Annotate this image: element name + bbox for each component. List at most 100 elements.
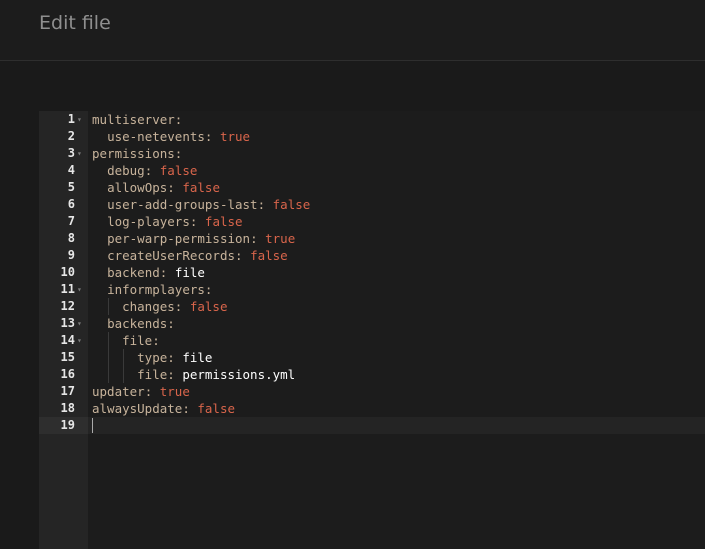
code-line[interactable]: 14 ▾ file: [39, 332, 705, 349]
line-number: 10 [60, 265, 75, 279]
yaml-value: true [159, 384, 190, 399]
yaml-key: file [137, 367, 168, 382]
code-line[interactable]: 18 alwaysUpdate: false [39, 400, 705, 417]
line-number: 18 [60, 401, 75, 415]
line-number: 7 [67, 214, 75, 228]
yaml-key: debug [107, 163, 145, 178]
line-number: 12 [60, 299, 75, 313]
yaml-colon: : [167, 367, 175, 382]
code-line[interactable]: 12 changes: false [39, 298, 705, 315]
code-editor[interactable]: 1 ▾ multiserver: 2 use-netevents: true 3 ▾ per… [39, 111, 705, 549]
code-text: alwaysUpdate: false [92, 400, 235, 417]
yaml-colon: : [174, 299, 183, 314]
code-line[interactable]: 11 ▾ informplayers: [39, 281, 705, 298]
yaml-colon: : [167, 180, 175, 195]
yaml-colon: : [174, 112, 183, 127]
yaml-key: file [122, 333, 153, 348]
yaml-value: false [197, 401, 236, 416]
line-number: 17 [60, 384, 75, 398]
code-line[interactable]: 15 type: file [39, 349, 705, 366]
code-text: log-players: false [92, 213, 243, 230]
code-line[interactable]: 5 allowOps: false [39, 179, 705, 196]
yaml-key: backends [107, 316, 168, 331]
yaml-colon: : [152, 333, 160, 348]
fold-arrow-icon[interactable]: ▾ [77, 315, 85, 332]
yaml-colon: : [204, 129, 213, 144]
yaml-colon: : [257, 197, 266, 212]
yaml-value: file [182, 350, 213, 365]
code-line[interactable]: 1 ▾ multiserver: [39, 111, 705, 128]
yaml-value: false [182, 180, 220, 195]
yaml-colon: : [167, 316, 175, 331]
code-text: createUserRecords: false [92, 247, 288, 264]
yaml-colon: : [189, 214, 198, 229]
yaml-colon: : [159, 265, 168, 280]
line-number: 8 [67, 231, 75, 245]
yaml-value: false [272, 197, 311, 212]
fold-arrow-icon[interactable]: ▾ [77, 332, 85, 349]
yaml-value: false [159, 163, 198, 178]
code-text: backends: [92, 315, 175, 332]
code-line[interactable]: 17 updater: true [39, 383, 705, 400]
line-number: 2 [67, 129, 75, 143]
yaml-colon: : [204, 282, 213, 297]
code-text: file: permissions.yml [92, 366, 295, 383]
line-number: 13 [60, 316, 75, 330]
line-number: 15 [60, 350, 75, 364]
yaml-colon: : [167, 350, 175, 365]
yaml-colon: : [144, 163, 153, 178]
line-number: 16 [60, 367, 75, 381]
code-line[interactable]: 8 per-warp-permission: true [39, 230, 705, 247]
code-text: per-warp-permission: true [92, 230, 295, 247]
yaml-key: allowOps [107, 180, 168, 195]
yaml-colon: : [182, 401, 190, 416]
yaml-value: false [250, 248, 288, 263]
code-line[interactable]: 2 use-netevents: true [39, 128, 705, 145]
page-title: Edit file [39, 12, 111, 34]
code-line[interactable]: 13 ▾ backends: [39, 315, 705, 332]
fold-arrow-icon[interactable]: ▾ [77, 145, 85, 162]
code-text: multiserver: [92, 111, 182, 128]
code-line[interactable]: 7 log-players: false [39, 213, 705, 230]
code-text: user-add-groups-last: false [92, 196, 310, 213]
page-header: Edit file [0, 0, 705, 61]
yaml-key: createUserRecords [107, 248, 235, 263]
fold-arrow-icon[interactable]: ▾ [77, 281, 85, 298]
yaml-key: alwaysUpdate [92, 401, 183, 416]
code-line[interactable]: 6 user-add-groups-last: false [39, 196, 705, 213]
yaml-key: per-warp-permission [107, 231, 251, 246]
code-line[interactable]: 10 backend: file [39, 264, 705, 281]
yaml-key: log-players [107, 214, 190, 229]
yaml-key: user-add-groups-last [107, 197, 258, 212]
line-number: 3 [67, 146, 75, 160]
yaml-value: true [265, 231, 296, 246]
fold-arrow-icon[interactable]: ▾ [77, 111, 85, 128]
code-line[interactable]: 3 ▾ permissions: [39, 145, 705, 162]
line-number: 5 [67, 180, 75, 194]
yaml-key: multiserver [92, 112, 175, 127]
yaml-key: informplayers [107, 282, 205, 297]
code-line[interactable]: 9 createUserRecords: false [39, 247, 705, 264]
yaml-value: permissions.yml [182, 367, 296, 382]
code-line[interactable]: 4 debug: false [39, 162, 705, 179]
code-line[interactable]: 19 [39, 417, 705, 434]
line-number: 9 [67, 248, 75, 262]
text-cursor [92, 418, 93, 433]
code-text: changes: false [92, 298, 227, 315]
line-number: 4 [67, 163, 75, 177]
code-text: backend: file [92, 264, 205, 281]
yaml-key: permissions [92, 146, 175, 161]
line-number: 14 [60, 333, 75, 347]
code-text: debug: false [92, 162, 197, 179]
code-line[interactable]: 16 file: permissions.yml [39, 366, 705, 383]
yaml-value: false [204, 214, 243, 229]
